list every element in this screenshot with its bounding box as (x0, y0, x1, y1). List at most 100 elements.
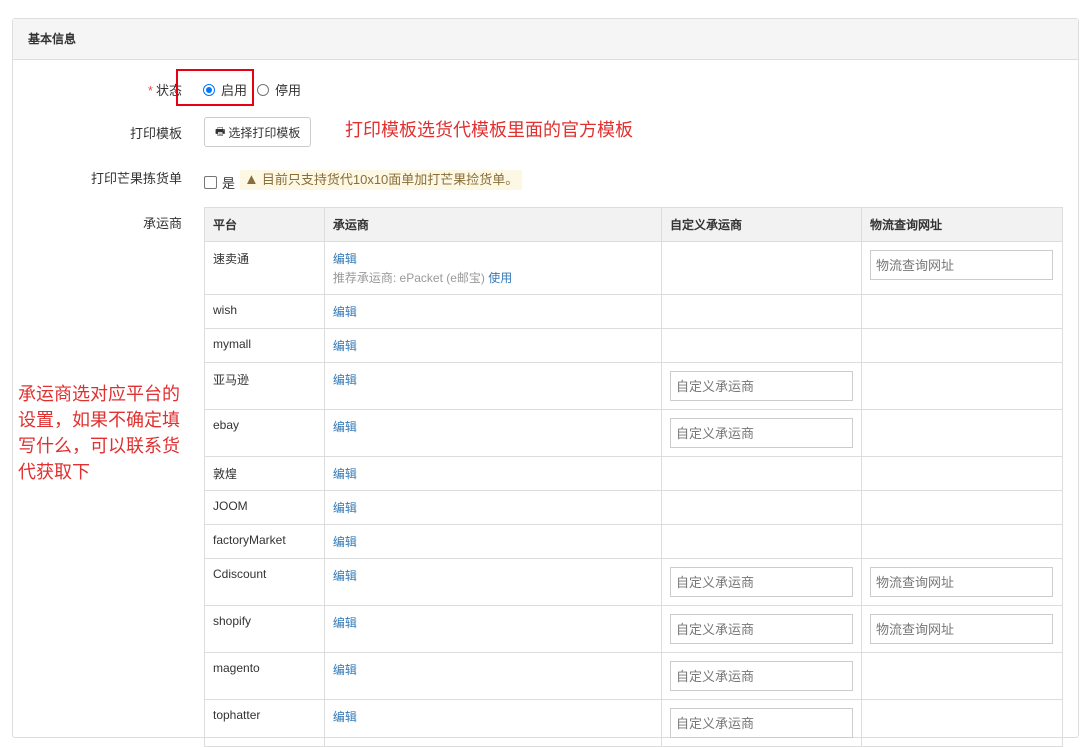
platform-cell: tophatter (204, 699, 325, 747)
custom-carrier-cell (660, 409, 862, 457)
mango-warning-text: 目前只支持货代10x10面单加打芒果捡货单。 (261, 172, 519, 187)
carrier-annotation-line: 设置，如果不确定填 (18, 410, 180, 430)
select-print-template-button[interactable]: 🖶 选择打印模板 (204, 117, 312, 147)
custom-carrier-cell (660, 652, 862, 700)
tracking-url-input[interactable] (869, 567, 1053, 597)
custom-carrier-cell (660, 605, 862, 653)
platform-cell: factoryMarket (204, 524, 325, 559)
required-mark: * (147, 83, 153, 98)
custom-carrier-input[interactable] (669, 708, 853, 738)
column-header-custom-carrier: 自定义承运商 (660, 207, 862, 242)
edit-link[interactable]: 编辑 (333, 373, 357, 387)
radio-unchecked-icon[interactable] (257, 83, 270, 96)
custom-carrier-cell (660, 294, 862, 329)
custom-carrier-cell (660, 241, 862, 295)
tracking-url-cell (860, 558, 1064, 606)
carrier-cell: 编辑 (323, 605, 662, 653)
print-icon: 🖶 (215, 125, 226, 138)
edit-link[interactable]: 编辑 (333, 501, 357, 515)
carrier-cell: 编辑 (323, 328, 662, 363)
carrier-cell: 编辑 (323, 558, 662, 606)
print-mango-checkbox-label: 是 (222, 176, 236, 191)
column-header-carrier: 承运商 (323, 207, 662, 242)
table-row: JOOM 编辑 (204, 490, 1064, 525)
platform-cell: 速卖通 (204, 241, 325, 295)
table-row: shopify 编辑 (204, 605, 1064, 653)
custom-carrier-input[interactable] (669, 567, 853, 597)
tracking-url-cell (860, 605, 1064, 653)
table-row: 敦煌 编辑 (204, 456, 1064, 491)
tracking-url-cell (860, 652, 1064, 700)
platform-cell: magento (204, 652, 325, 700)
tracking-url-input[interactable] (869, 250, 1053, 280)
select-print-template-label: 选择打印模板 (228, 125, 301, 140)
carrier-annotation-line: 代获取下 (18, 462, 90, 482)
carrier-table: 平台 承运商 自定义承运商 物流查询网址 速卖通 编辑 推荐承运商: ePack… (204, 207, 1064, 747)
edit-link[interactable]: 编辑 (333, 616, 357, 630)
platform-cell: JOOM (204, 490, 325, 525)
tracking-url-cell (860, 409, 1064, 457)
edit-link[interactable]: 编辑 (333, 305, 357, 319)
checkbox-icon[interactable] (204, 176, 217, 189)
tracking-url-cell (860, 328, 1064, 363)
carrier-cell: 编辑 (323, 409, 662, 457)
carrier-cell: 编辑 (323, 524, 662, 559)
table-row: 速卖通 编辑 推荐承运商: ePacket (e邮宝) 使用 (204, 241, 1064, 295)
platform-cell: 亚马逊 (204, 362, 325, 410)
tracking-url-cell (860, 241, 1064, 295)
status-disable-radio[interactable]: 停用 (257, 80, 301, 99)
table-header-row: 平台 承运商 自定义承运商 物流查询网址 (204, 207, 1064, 242)
print-mango-checkbox[interactable]: 是 (204, 173, 235, 192)
carrier-cell: 编辑 推荐承运商: ePacket (e邮宝) 使用 (323, 241, 662, 295)
carrier-cell: 编辑 (323, 699, 662, 747)
tracking-url-cell (860, 524, 1064, 559)
panel-title: 基本信息 (13, 19, 1078, 60)
table-row: magento 编辑 (204, 652, 1064, 700)
custom-carrier-cell (660, 362, 862, 410)
template-annotation: 打印模板选货代模板里面的官方模板 (345, 120, 633, 140)
tracking-url-cell (860, 294, 1064, 329)
platform-cell: shopify (204, 605, 325, 653)
edit-link[interactable]: 编辑 (333, 535, 357, 549)
edit-link[interactable]: 编辑 (333, 663, 357, 677)
tracking-url-input[interactable] (869, 614, 1053, 644)
edit-link[interactable]: 编辑 (333, 420, 357, 434)
custom-carrier-input[interactable] (669, 614, 853, 644)
custom-carrier-input[interactable] (669, 371, 853, 401)
edit-link[interactable]: 编辑 (333, 569, 357, 583)
custom-carrier-cell (660, 524, 862, 559)
warning-icon: ▲ (244, 171, 259, 188)
mango-warning: ▲ 目前只支持货代10x10面单加打芒果捡货单。 (240, 170, 523, 190)
custom-carrier-input[interactable] (669, 661, 853, 691)
edit-link[interactable]: 编辑 (333, 250, 653, 267)
edit-link[interactable]: 编辑 (333, 339, 357, 353)
custom-carrier-cell (660, 456, 862, 491)
column-header-platform: 平台 (204, 207, 325, 242)
custom-carrier-cell (660, 699, 862, 747)
custom-carrier-cell (660, 328, 862, 363)
table-row: mymall 编辑 (204, 328, 1064, 363)
carrier-cell: 编辑 (323, 456, 662, 491)
carrier-cell: 编辑 (323, 652, 662, 700)
recommend-hint: 推荐承运商: ePacket (e邮宝) 使用 (333, 269, 653, 286)
carrier-annotation-line: 写什么，可以联系货 (18, 436, 180, 456)
table-row: factoryMarket 编辑 (204, 524, 1064, 559)
carrier-cell: 编辑 (323, 490, 662, 525)
tracking-url-cell (860, 699, 1064, 747)
recommend-text: 推荐承运商: ePacket (e邮宝) (332, 271, 485, 285)
table-row: tophatter 编辑 (204, 699, 1064, 747)
table-row: 亚马逊 编辑 (204, 362, 1064, 410)
print-template-label: 打印模板 (129, 126, 182, 141)
carrier-cell: 编辑 (323, 362, 662, 410)
platform-cell: wish (204, 294, 325, 329)
table-row: Cdiscount 编辑 (204, 558, 1064, 606)
platform-cell: mymall (204, 328, 325, 363)
use-link[interactable]: 使用 (488, 271, 512, 285)
tracking-url-cell (860, 362, 1064, 410)
print-mango-label: 打印芒果拣货单 (90, 171, 182, 186)
custom-carrier-cell (660, 490, 862, 525)
custom-carrier-input[interactable] (669, 418, 853, 448)
table-row: ebay 编辑 (204, 409, 1064, 457)
carrier-label: 承运商 (142, 216, 182, 231)
edit-link[interactable]: 编辑 (333, 467, 357, 481)
